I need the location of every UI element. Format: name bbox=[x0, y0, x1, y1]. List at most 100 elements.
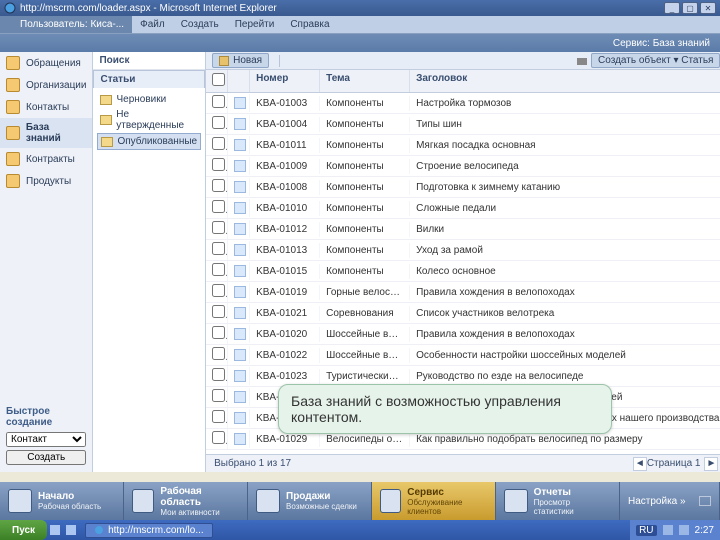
menu-item[interactable]: Справка bbox=[282, 19, 337, 30]
table-row[interactable]: KBA-01015КомпонентыКолесо основное bbox=[206, 261, 720, 282]
row-checkbox[interactable] bbox=[206, 198, 228, 218]
cell-title: Список участников велотрека bbox=[410, 306, 720, 321]
close-button[interactable]: ✕ bbox=[700, 2, 716, 14]
row-checkbox[interactable] bbox=[206, 324, 228, 344]
cell-topic: Компоненты bbox=[320, 264, 410, 279]
grid-header-title[interactable]: Заголовок bbox=[410, 70, 720, 92]
ie-icon bbox=[4, 2, 16, 14]
tray-icon[interactable] bbox=[679, 525, 689, 535]
tree-node[interactable]: Не утвержденные bbox=[97, 107, 201, 133]
tree-node[interactable]: Черновики bbox=[97, 92, 201, 107]
module-tab[interactable]: СервисОбслуживание клиентов bbox=[372, 482, 496, 520]
cell-topic: Соревнования bbox=[320, 306, 410, 321]
clock: 2:27 bbox=[695, 525, 714, 536]
browser-app-name: Microsoft Internet Explorer bbox=[160, 3, 277, 14]
taskbar-item-ie[interactable]: http://mscrm.com/lo... bbox=[85, 523, 213, 538]
module-subtitle: Обслуживание клиентов bbox=[407, 498, 487, 516]
grid-header-checkbox[interactable] bbox=[206, 70, 228, 92]
article-icon bbox=[234, 244, 246, 256]
row-checkbox[interactable] bbox=[206, 114, 228, 134]
module-icon bbox=[132, 489, 154, 513]
row-checkbox[interactable] bbox=[206, 387, 228, 407]
module-configure[interactable]: Настройка » bbox=[620, 482, 720, 520]
grid-header-num[interactable]: Номер bbox=[250, 70, 320, 92]
module-tab[interactable]: ОтчетыПросмотр статистики bbox=[496, 482, 620, 520]
leftnav-item[interactable]: Организации bbox=[0, 74, 92, 96]
page-next-button[interactable]: ► bbox=[704, 457, 718, 471]
tree-tab-search[interactable]: Поиск bbox=[93, 52, 205, 70]
table-row[interactable]: KBA-01021СоревнованияСписок участников в… bbox=[206, 303, 720, 324]
create-object-menu[interactable]: Создать объект ▾ Статья bbox=[591, 53, 720, 68]
leftnav-label: Обращения bbox=[26, 58, 81, 69]
table-row[interactable]: KBA-01022Шоссейные вело...Особенности на… bbox=[206, 345, 720, 366]
leftnav-label: Организации bbox=[26, 80, 86, 91]
row-checkbox[interactable] bbox=[206, 219, 228, 239]
module-tab[interactable]: НачалоРабочая область bbox=[0, 482, 124, 520]
row-checkbox[interactable] bbox=[206, 366, 228, 386]
cell-number: KBA-01015 bbox=[250, 264, 320, 279]
cell-number: KBA-01020 bbox=[250, 327, 320, 342]
quick-create-button[interactable]: Создать bbox=[6, 450, 86, 465]
row-checkbox[interactable] bbox=[206, 345, 228, 365]
table-row[interactable]: KBA-01003КомпонентыНастройка тормозов bbox=[206, 93, 720, 114]
leftnav-item[interactable]: База знаний bbox=[0, 118, 92, 148]
grid-header-topic[interactable]: Тема bbox=[320, 70, 410, 92]
quicklaunch-icon[interactable] bbox=[50, 525, 60, 535]
table-row[interactable]: KBA-01019Горные велосип...Правила хожден… bbox=[206, 282, 720, 303]
menu-item[interactable]: Перейти bbox=[227, 19, 283, 30]
folder-icon bbox=[6, 152, 20, 166]
leftnav-item[interactable]: Продукты bbox=[0, 170, 92, 192]
module-icon bbox=[504, 489, 528, 513]
row-checkbox[interactable] bbox=[206, 408, 228, 428]
table-row[interactable]: KBA-01009КомпонентыСтроение велосипеда bbox=[206, 156, 720, 177]
cell-title: Уход за рамой bbox=[410, 243, 720, 258]
row-checkbox[interactable] bbox=[206, 429, 228, 449]
row-checkbox[interactable] bbox=[206, 261, 228, 281]
cell-topic: Компоненты bbox=[320, 243, 410, 258]
article-icon bbox=[234, 328, 246, 340]
menu-item[interactable]: Создать bbox=[173, 19, 227, 30]
row-checkbox[interactable] bbox=[206, 177, 228, 197]
table-row[interactable]: KBA-01004КомпонентыТипы шин bbox=[206, 114, 720, 135]
cell-title: Типы шин bbox=[410, 117, 720, 132]
row-checkbox[interactable] bbox=[206, 240, 228, 260]
page-prev-button[interactable]: ◄ bbox=[633, 457, 647, 471]
start-button[interactable]: Пуск bbox=[0, 520, 47, 540]
leftnav-item[interactable]: Контракты bbox=[0, 148, 92, 170]
cell-title: Колесо основное bbox=[410, 264, 720, 279]
folder-icon bbox=[6, 56, 20, 70]
table-row[interactable]: KBA-01013КомпонентыУход за рамой bbox=[206, 240, 720, 261]
table-row[interactable]: KBA-01020Шоссейные вело...Правила хожден… bbox=[206, 324, 720, 345]
cell-number: KBA-01019 bbox=[250, 285, 320, 300]
leftnav-item[interactable]: Обращения bbox=[0, 52, 92, 74]
module-tab[interactable]: ПродажиВозможные сделки bbox=[248, 482, 372, 520]
print-icon[interactable] bbox=[577, 56, 587, 66]
left-nav: ОбращенияОрганизацииКонтактыБаза знанийК… bbox=[0, 52, 93, 472]
tree-node[interactable]: Опубликованные bbox=[97, 133, 201, 150]
menu-item[interactable]: Файл bbox=[132, 19, 173, 30]
language-indicator[interactable]: RU bbox=[636, 525, 656, 536]
tree-tab-articles[interactable]: Статьи bbox=[93, 70, 205, 88]
quicklaunch-icon[interactable] bbox=[66, 525, 76, 535]
row-checkbox[interactable] bbox=[206, 303, 228, 323]
tray-icon[interactable] bbox=[663, 525, 673, 535]
module-tab[interactable]: Рабочая областьМои активности bbox=[124, 482, 248, 520]
quick-create-select[interactable]: Контакт bbox=[6, 432, 86, 447]
new-article-button[interactable]: Новая bbox=[212, 53, 269, 68]
minimize-button[interactable]: _ bbox=[664, 2, 680, 14]
table-row[interactable]: KBA-01008КомпонентыПодготовка к зимнему … bbox=[206, 177, 720, 198]
leftnav-item[interactable]: Контакты bbox=[0, 96, 92, 118]
cell-topic: Горные велосип... bbox=[320, 285, 410, 300]
row-checkbox[interactable] bbox=[206, 282, 228, 302]
table-row[interactable]: KBA-01012КомпонентыВилки bbox=[206, 219, 720, 240]
maximize-button[interactable]: ▢ bbox=[682, 2, 698, 14]
row-checkbox[interactable] bbox=[206, 93, 228, 113]
chevron-icon bbox=[699, 496, 711, 506]
row-checkbox[interactable] bbox=[206, 135, 228, 155]
cell-title: Руководство по езде на велосипеде bbox=[410, 369, 720, 384]
row-checkbox[interactable] bbox=[206, 156, 228, 176]
system-tray: RU 2:27 bbox=[630, 520, 720, 540]
table-row[interactable]: KBA-01011КомпонентыМягкая посадка основн… bbox=[206, 135, 720, 156]
table-row[interactable]: KBA-01010КомпонентыСложные педали bbox=[206, 198, 720, 219]
article-icon bbox=[234, 181, 246, 193]
